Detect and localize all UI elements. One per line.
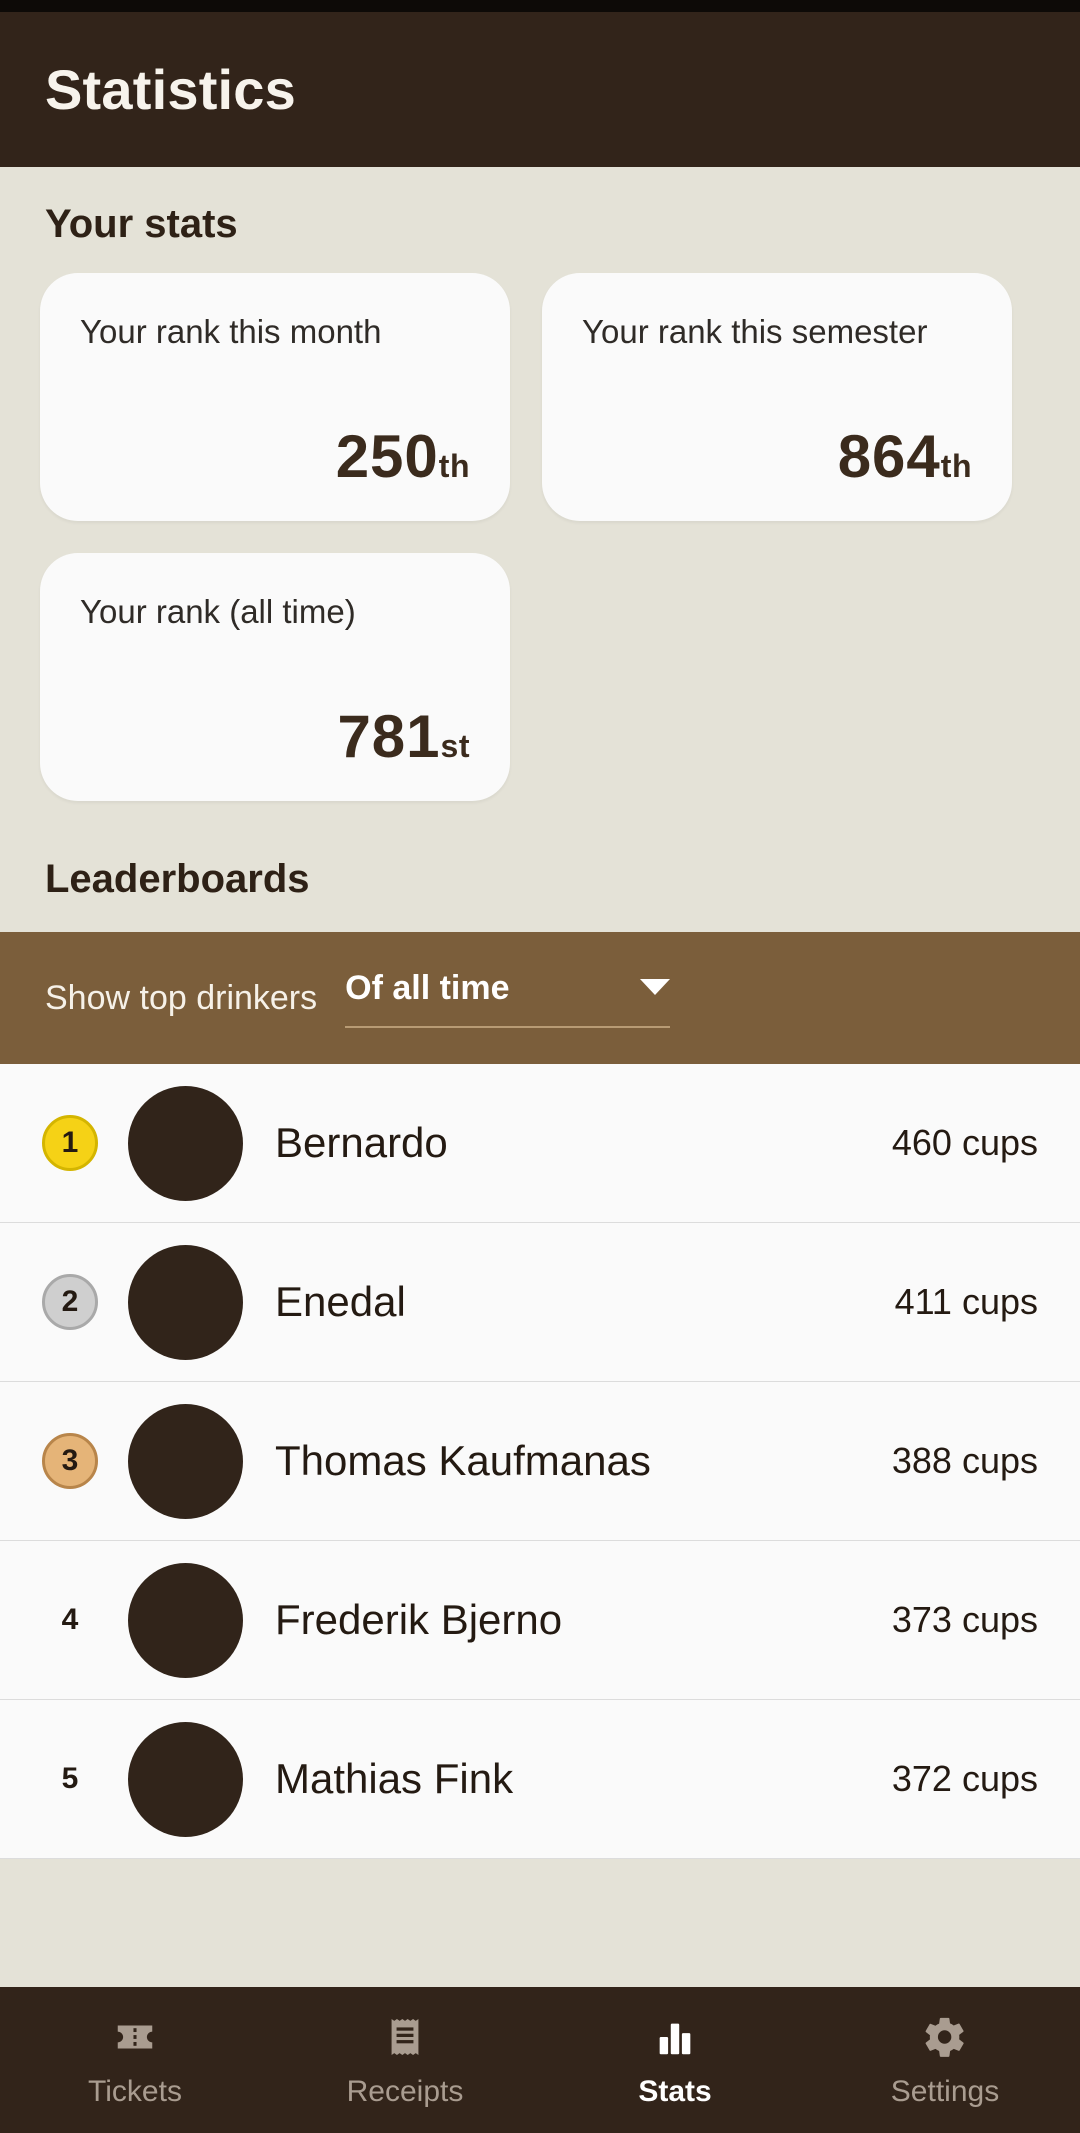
stat-number: 250	[335, 423, 439, 490]
nav-item-tickets[interactable]: Tickets	[0, 2011, 270, 2109]
nav-item-receipts[interactable]: Receipts	[270, 2011, 540, 2109]
list-item-name: Frederik Bjerno	[275, 1596, 563, 1643]
leaderboard-list: 1 Bernardo 460 cups 2 Enedal 411 cups 3	[0, 1064, 1080, 1859]
rank-cell: 1	[28, 1115, 112, 1171]
main-content[interactable]: Your stats Your rank this month 250th Yo…	[0, 167, 1080, 2133]
timeframe-dropdown[interactable]: Of all time	[345, 968, 671, 1028]
list-item-name: Thomas Kaufmanas	[275, 1437, 651, 1484]
bottom-navigation: Tickets Receipts Stats Settings	[0, 1987, 1080, 2133]
nav-label: Tickets	[88, 2075, 182, 2108]
table-row[interactable]: 1 Bernardo 460 cups	[0, 1064, 1080, 1223]
stat-cards: Your rank this month 250th Your rank thi…	[0, 247, 1080, 801]
bar-chart-icon	[649, 2011, 701, 2063]
list-item-name: Enedal	[275, 1278, 406, 1325]
stat-card-rank-month[interactable]: Your rank this month 250th	[40, 273, 510, 521]
stat-suffix: st	[440, 728, 470, 764]
avatar	[128, 1085, 243, 1201]
timeframe-dropdown-value: Of all time	[345, 968, 510, 1007]
list-item-name: Mathias Fink	[275, 1755, 514, 1802]
table-row[interactable]: 4 Frederik Bjerno 373 cups	[0, 1541, 1080, 1700]
stat-card-label: Your rank this month	[80, 313, 382, 350]
rank-cell: 3	[28, 1433, 112, 1489]
page-title: Statistics	[45, 58, 296, 121]
avatar	[128, 1403, 243, 1519]
rank-cell: 4	[28, 1603, 112, 1637]
avatar	[128, 1721, 243, 1837]
status-bar	[0, 0, 1080, 12]
rank-badge-bronze: 3	[42, 1433, 98, 1489]
stat-card-value: 250th	[80, 422, 470, 491]
rank-cell: 5	[28, 1762, 112, 1796]
list-item-name: Bernardo	[275, 1119, 448, 1166]
nav-label: Settings	[890, 2075, 1000, 2108]
rank-cell: 2	[28, 1274, 112, 1330]
nav-item-stats[interactable]: Stats	[540, 2011, 810, 2109]
stat-suffix: th	[940, 448, 972, 484]
stat-card-value: 781st	[80, 702, 470, 771]
leaderboards-heading: Leaderboards	[45, 857, 310, 901]
rank-badge-gold: 1	[42, 1115, 98, 1171]
list-item-count: 373 cups	[891, 1599, 1038, 1640]
chevron-down-icon	[640, 979, 671, 995]
stat-number: 781	[337, 703, 441, 770]
table-row[interactable]: 3 Thomas Kaufmanas 388 cups	[0, 1382, 1080, 1541]
stat-card-label: Your rank this semester	[582, 313, 928, 350]
nav-item-settings[interactable]: Settings	[810, 2011, 1080, 2109]
avatar	[128, 1244, 243, 1360]
leaderboard-filter-bar: Show top drinkers Of all time	[0, 932, 1080, 1064]
rank-number: 5	[61, 1762, 79, 1795]
stat-suffix: th	[438, 448, 470, 484]
app-screen: Statistics Your stats Your rank this mon…	[0, 0, 1080, 2133]
your-stats-heading: Your stats	[45, 202, 238, 246]
list-item-count: 372 cups	[891, 1758, 1038, 1799]
nav-label: Receipts	[346, 2075, 464, 2108]
app-bar: Statistics	[0, 12, 1080, 167]
list-item-count: 411 cups	[894, 1281, 1038, 1322]
stat-card-label: Your rank (all time)	[80, 593, 356, 630]
ticket-icon	[109, 2011, 161, 2063]
receipt-icon	[379, 2011, 431, 2063]
rank-badge-silver: 2	[42, 1274, 98, 1330]
list-item-count: 460 cups	[891, 1122, 1038, 1163]
stat-card-rank-semester[interactable]: Your rank this semester 864th	[542, 273, 1012, 521]
gear-icon	[919, 2011, 971, 2063]
avatar	[128, 1562, 243, 1678]
table-row[interactable]: 2 Enedal 411 cups	[0, 1223, 1080, 1382]
table-row[interactable]: 5 Mathias Fink 372 cups	[0, 1700, 1080, 1859]
nav-label: Stats	[638, 2075, 712, 2108]
stat-number: 864	[837, 423, 941, 490]
rank-number: 4	[61, 1603, 79, 1636]
stat-card-rank-alltime[interactable]: Your rank (all time) 781st	[40, 553, 510, 801]
stat-card-value: 864th	[582, 422, 972, 491]
filter-label: Show top drinkers	[45, 978, 318, 1017]
list-item-count: 388 cups	[891, 1440, 1038, 1481]
